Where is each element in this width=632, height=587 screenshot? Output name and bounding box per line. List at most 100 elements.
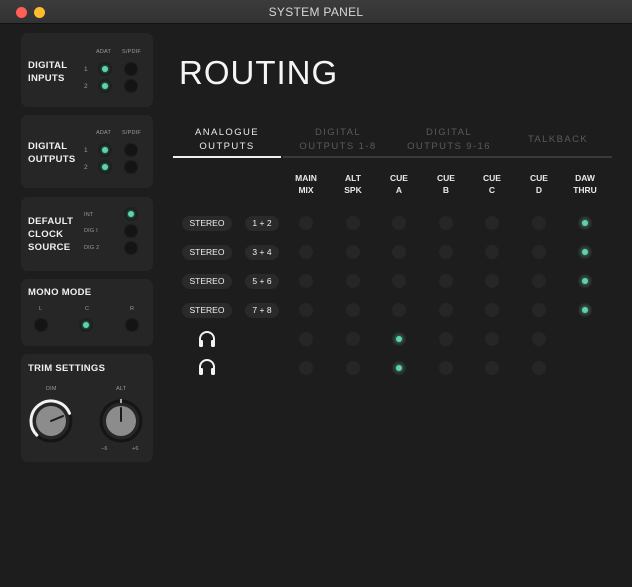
channel-pair-pill[interactable]: 7 + 8: [245, 303, 279, 318]
mono-option-label: C: [85, 306, 90, 312]
routing-cell[interactable]: [346, 274, 360, 288]
alt-knob-label: ALT: [116, 386, 127, 392]
routing-cell[interactable]: [439, 245, 453, 259]
channel-pair-pill[interactable]: 1 + 2: [245, 216, 279, 231]
clock-title-line1: DEFAULT: [28, 216, 74, 227]
routing-cell[interactable]: [299, 332, 313, 346]
routing-cell[interactable]: [346, 303, 360, 317]
routing-cell[interactable]: [439, 361, 453, 375]
output-row-label: 2: [84, 164, 88, 171]
output-2-adat-toggle[interactable]: [98, 160, 112, 174]
channel-pair-pill[interactable]: 3 + 4: [245, 245, 279, 260]
routing-cell[interactable]: [346, 332, 360, 346]
column-header-cue-d: CUE D: [519, 172, 559, 196]
minimize-window-button[interactable]: [34, 7, 45, 18]
stereo-mode-pill[interactable]: STEREO: [182, 245, 232, 260]
page-title: ROUTING: [179, 54, 339, 91]
output-2-spdif-toggle[interactable]: [124, 160, 138, 174]
clock-dig2-radio[interactable]: [124, 241, 138, 255]
col-line1: CUE: [437, 173, 455, 183]
mono-mode-panel: MONO MODE L C R: [21, 279, 153, 346]
mono-center-radio[interactable]: [79, 318, 93, 332]
routing-cell[interactable]: [392, 361, 406, 375]
routing-cell[interactable]: [439, 303, 453, 317]
col-line1: ALT: [345, 173, 361, 183]
alt-knob[interactable]: [98, 398, 144, 444]
input-2-spdif-toggle[interactable]: [124, 79, 138, 93]
stereo-mode-pill[interactable]: STEREO: [182, 216, 232, 231]
routing-cell[interactable]: [299, 274, 313, 288]
column-header-cue-b: CUE B: [426, 172, 466, 196]
routing-cell[interactable]: [299, 303, 313, 317]
col-line1: DAW: [575, 173, 595, 183]
tab-digital-outputs-9-16[interactable]: DIGITAL OUTPUTS 9-16: [394, 122, 504, 158]
adat-column-label: ADAT: [96, 49, 112, 55]
tab-talkback[interactable]: TALKBACK: [504, 122, 612, 158]
routing-cell[interactable]: [299, 245, 313, 259]
routing-cell[interactable]: [299, 216, 313, 230]
clock-option-label: DIG 2: [84, 245, 100, 251]
routing-cell[interactable]: [439, 216, 453, 230]
routing-cell[interactable]: [299, 361, 313, 375]
routing-cell[interactable]: [578, 245, 592, 259]
input-2-adat-toggle[interactable]: [98, 79, 112, 93]
input-1-adat-toggle[interactable]: [98, 62, 112, 76]
routing-cell[interactable]: [485, 216, 499, 230]
clock-int-radio[interactable]: [124, 207, 138, 221]
routing-cell[interactable]: [485, 274, 499, 288]
active-tab-underline: [173, 156, 281, 158]
close-window-button[interactable]: [16, 7, 27, 18]
routing-cell[interactable]: [532, 303, 546, 317]
output-1-spdif-toggle[interactable]: [124, 143, 138, 157]
routing-cell[interactable]: [532, 245, 546, 259]
input-row-label: 2: [84, 83, 88, 90]
routing-cell[interactable]: [578, 274, 592, 288]
routing-cell[interactable]: [485, 361, 499, 375]
routing-cell[interactable]: [532, 361, 546, 375]
routing-cell[interactable]: [485, 303, 499, 317]
mono-right-radio[interactable]: [125, 318, 139, 332]
output-1-adat-toggle[interactable]: [98, 143, 112, 157]
stereo-mode-pill[interactable]: STEREO: [182, 274, 232, 289]
routing-cell[interactable]: [532, 216, 546, 230]
tab-analogue-outputs[interactable]: ANALOGUE OUTPUTS: [173, 122, 281, 158]
routing-cell[interactable]: [578, 216, 592, 230]
routing-cell[interactable]: [485, 332, 499, 346]
routing-cell[interactable]: [346, 216, 360, 230]
routing-cell[interactable]: [439, 274, 453, 288]
routing-cell[interactable]: [346, 361, 360, 375]
clock-title-line3: SOURCE: [28, 242, 71, 253]
active-indicator: [582, 307, 588, 313]
routing-cell[interactable]: [392, 245, 406, 259]
dim-knob-label: DIM: [46, 386, 57, 392]
mono-left-radio[interactable]: [34, 318, 48, 332]
routing-cell[interactable]: [392, 274, 406, 288]
app-window: SYSTEM PANEL DIGITAL INPUTS ADAT S/PDIF …: [0, 0, 632, 587]
routing-cell[interactable]: [346, 245, 360, 259]
input-1-spdif-toggle[interactable]: [124, 62, 138, 76]
routing-cell[interactable]: [439, 332, 453, 346]
active-indicator: [396, 365, 402, 371]
active-indicator: [582, 278, 588, 284]
dim-knob[interactable]: [28, 398, 74, 444]
channel-pair-pill[interactable]: 5 + 6: [245, 274, 279, 289]
stereo-mode-pill[interactable]: STEREO: [182, 303, 232, 318]
digital-outputs-title-line2: OUTPUTS: [28, 154, 76, 165]
routing-cell[interactable]: [532, 274, 546, 288]
routing-cell[interactable]: [392, 216, 406, 230]
tab-label-line2: OUTPUTS 9-16: [407, 141, 491, 152]
clock-source-title: DEFAULT CLOCK SOURCE: [28, 215, 73, 254]
col-line2: C: [488, 185, 496, 195]
clock-dig1-radio[interactable]: [124, 224, 138, 238]
tab-label-line2: OUTPUTS 1-8: [299, 141, 377, 152]
trim-settings-title: TRIM SETTINGS: [28, 363, 106, 374]
active-indicator: [83, 322, 89, 328]
routing-cell[interactable]: [485, 245, 499, 259]
routing-cell[interactable]: [532, 332, 546, 346]
tab-digital-outputs-1-8[interactable]: DIGITAL OUTPUTS 1-8: [283, 122, 393, 158]
digital-outputs-panel: DIGITAL OUTPUTS ADAT S/PDIF 1 2: [21, 115, 153, 188]
routing-cell[interactable]: [578, 303, 592, 317]
routing-cell[interactable]: [392, 303, 406, 317]
routing-cell[interactable]: [392, 332, 406, 346]
trim-settings-panel: TRIM SETTINGS DIM ALT −6 +6: [21, 354, 153, 462]
